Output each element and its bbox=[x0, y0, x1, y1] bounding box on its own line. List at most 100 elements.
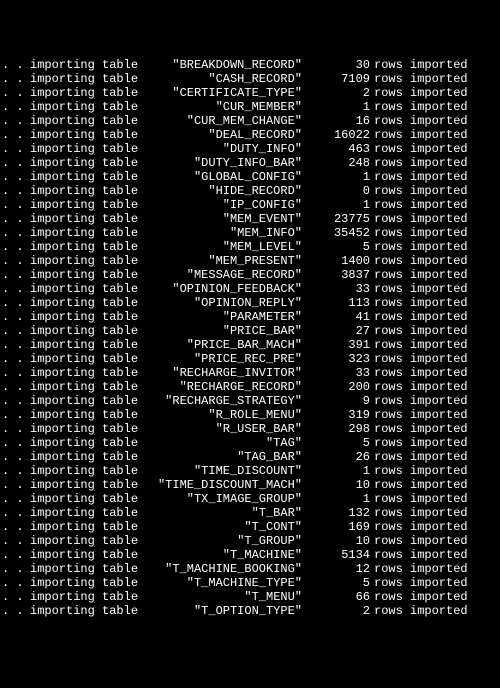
row-label: importing table bbox=[30, 268, 138, 282]
row-prefix: . . bbox=[2, 324, 30, 338]
row-count: 10 bbox=[306, 534, 374, 548]
row-count: 16 bbox=[306, 114, 374, 128]
log-row: . .importing table"RECHARGE_INVITOR"33ro… bbox=[2, 366, 500, 380]
row-count: 1 bbox=[306, 198, 374, 212]
row-count: 1 bbox=[306, 100, 374, 114]
row-label: importing table bbox=[30, 58, 138, 72]
row-count: 7109 bbox=[306, 72, 374, 86]
log-row: . .importing table"MEM_LEVEL"5rows impor… bbox=[2, 240, 500, 254]
row-count: 132 bbox=[306, 506, 374, 520]
row-prefix: . . bbox=[2, 268, 30, 282]
row-count: 113 bbox=[306, 296, 374, 310]
import-log: . .importing table"BREAKDOWN_RECORD"30ro… bbox=[2, 58, 500, 618]
row-prefix: . . bbox=[2, 408, 30, 422]
row-count: 35452 bbox=[306, 226, 374, 240]
row-prefix: . . bbox=[2, 184, 30, 198]
row-prefix: . . bbox=[2, 478, 30, 492]
log-row: . .importing table"MEM_EVENT"23775rows i… bbox=[2, 212, 500, 226]
row-count: 5 bbox=[306, 240, 374, 254]
row-count: 248 bbox=[306, 156, 374, 170]
row-label: importing table bbox=[30, 240, 138, 254]
log-row: . .importing table"MEM_PRESENT"1400rows … bbox=[2, 254, 500, 268]
row-prefix: . . bbox=[2, 436, 30, 450]
row-label: importing table bbox=[30, 156, 138, 170]
row-prefix: . . bbox=[2, 394, 30, 408]
row-prefix: . . bbox=[2, 226, 30, 240]
log-row: . .importing table"TAG"5rows imported bbox=[2, 436, 500, 450]
row-prefix: . . bbox=[2, 590, 30, 604]
log-row: . .importing table"IP_CONFIG"1rows impor… bbox=[2, 198, 500, 212]
log-row: . .importing table"TAG_BAR"26rows import… bbox=[2, 450, 500, 464]
row-suffix: rows imported bbox=[374, 338, 468, 352]
log-row: . .importing table"DEAL_RECORD"16022rows… bbox=[2, 128, 500, 142]
row-count: 1400 bbox=[306, 254, 374, 268]
row-count: 1 bbox=[306, 170, 374, 184]
log-row: . .importing table"T_MENU"66rows importe… bbox=[2, 590, 500, 604]
row-label: importing table bbox=[30, 590, 138, 604]
row-count: 298 bbox=[306, 422, 374, 436]
row-suffix: rows imported bbox=[374, 492, 468, 506]
row-label: importing table bbox=[30, 212, 138, 226]
log-row: . .importing table"T_CONT"169rows import… bbox=[2, 520, 500, 534]
row-label: importing table bbox=[30, 352, 138, 366]
row-label: importing table bbox=[30, 478, 138, 492]
table-name: "CUR_MEM_CHANGE" bbox=[138, 114, 306, 128]
table-name: "RECHARGE_RECORD" bbox=[138, 380, 306, 394]
log-row: . .importing table"HIDE_RECORD"0rows imp… bbox=[2, 184, 500, 198]
row-label: importing table bbox=[30, 534, 138, 548]
log-row: . .importing table"T_GROUP"10rows import… bbox=[2, 534, 500, 548]
row-prefix: . . bbox=[2, 72, 30, 86]
table-name: "OPINION_FEEDBACK" bbox=[138, 282, 306, 296]
row-label: importing table bbox=[30, 576, 138, 590]
table-name: "MEM_PRESENT" bbox=[138, 254, 306, 268]
row-label: importing table bbox=[30, 422, 138, 436]
row-label: importing table bbox=[30, 114, 138, 128]
row-suffix: rows imported bbox=[374, 142, 468, 156]
row-count: 12 bbox=[306, 562, 374, 576]
table-name: "TIME_DISCOUNT" bbox=[138, 464, 306, 478]
row-prefix: . . bbox=[2, 100, 30, 114]
row-suffix: rows imported bbox=[374, 534, 468, 548]
table-name: "T_OPTION_TYPE" bbox=[138, 604, 306, 618]
row-prefix: . . bbox=[2, 520, 30, 534]
log-row: . .importing table"PRICE_REC_PRE"323rows… bbox=[2, 352, 500, 366]
log-row: . .importing table"DUTY_INFO"463rows imp… bbox=[2, 142, 500, 156]
log-row: . .importing table"T_MACHINE_BOOKING"12r… bbox=[2, 562, 500, 576]
row-label: importing table bbox=[30, 394, 138, 408]
row-prefix: . . bbox=[2, 170, 30, 184]
row-count: 1 bbox=[306, 464, 374, 478]
table-name: "R_ROLE_MENU" bbox=[138, 408, 306, 422]
table-name: "OPINION_REPLY" bbox=[138, 296, 306, 310]
row-label: importing table bbox=[30, 464, 138, 478]
row-suffix: rows imported bbox=[374, 184, 468, 198]
log-row: . .importing table"CUR_MEMBER"1rows impo… bbox=[2, 100, 500, 114]
table-name: "T_MACHINE_TYPE" bbox=[138, 576, 306, 590]
row-count: 169 bbox=[306, 520, 374, 534]
row-label: importing table bbox=[30, 492, 138, 506]
row-suffix: rows imported bbox=[374, 450, 468, 464]
row-suffix: rows imported bbox=[374, 240, 468, 254]
row-count: 200 bbox=[306, 380, 374, 394]
row-count: 9 bbox=[306, 394, 374, 408]
row-prefix: . . bbox=[2, 128, 30, 142]
row-prefix: . . bbox=[2, 366, 30, 380]
table-name: "RECHARGE_INVITOR" bbox=[138, 366, 306, 380]
row-count: 27 bbox=[306, 324, 374, 338]
log-row: . .importing table"CUR_MEM_CHANGE"16rows… bbox=[2, 114, 500, 128]
row-prefix: . . bbox=[2, 212, 30, 226]
table-name: "IP_CONFIG" bbox=[138, 198, 306, 212]
table-name: "MESSAGE_RECORD" bbox=[138, 268, 306, 282]
row-suffix: rows imported bbox=[374, 254, 468, 268]
table-name: "MEM_LEVEL" bbox=[138, 240, 306, 254]
row-suffix: rows imported bbox=[374, 310, 468, 324]
row-prefix: . . bbox=[2, 506, 30, 520]
row-prefix: . . bbox=[2, 86, 30, 100]
row-label: importing table bbox=[30, 310, 138, 324]
row-prefix: . . bbox=[2, 380, 30, 394]
row-count: 391 bbox=[306, 338, 374, 352]
row-prefix: . . bbox=[2, 198, 30, 212]
log-row: . .importing table"CERTIFICATE_TYPE"2row… bbox=[2, 86, 500, 100]
log-row: . .importing table"PRICE_BAR"27rows impo… bbox=[2, 324, 500, 338]
row-count: 319 bbox=[306, 408, 374, 422]
row-label: importing table bbox=[30, 548, 138, 562]
